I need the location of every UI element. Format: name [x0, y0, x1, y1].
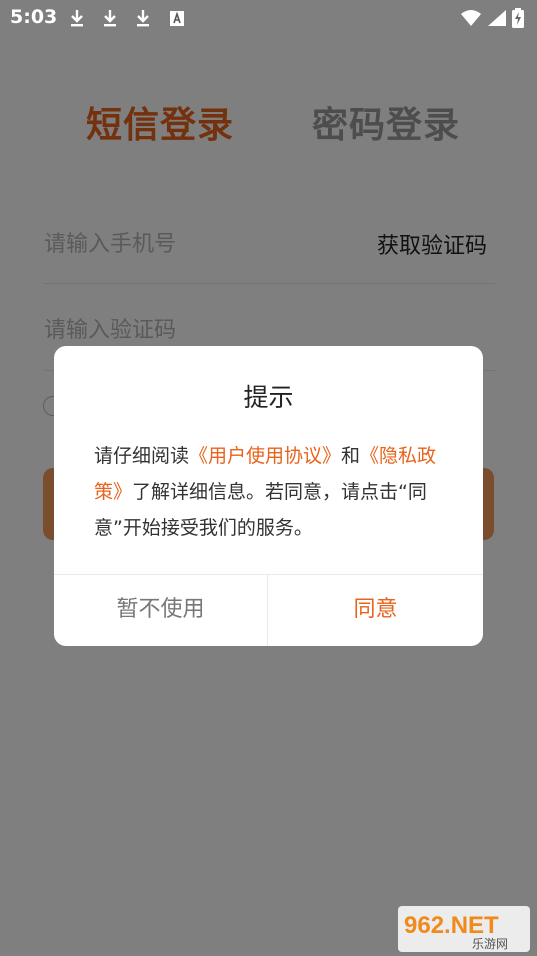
download-icon — [137, 10, 149, 27]
battery-charging-icon — [512, 8, 524, 28]
dialog-text: 和 — [341, 445, 361, 467]
dialog-title: 提示 — [243, 383, 294, 412]
download-icon — [104, 10, 116, 27]
status-time: 5:03 — [10, 6, 58, 28]
user-agreement-link[interactable]: 《用户使用协议》 — [189, 445, 341, 467]
decline-button[interactable]: 暂不使用 — [54, 575, 268, 646]
agree-button[interactable]: 同意 — [268, 575, 483, 646]
status-bar: 5:03 — [0, 0, 537, 36]
dialog-message: 请仔细阅读《用户使用协议》和《隐私政策》了解详细信息。若同意，请点击“同意”开始… — [94, 438, 444, 546]
watermark-caption: 乐游网 — [472, 937, 508, 951]
dialog-text: 了解详细信息。若同意，请点击“同意”开始接受我们的服务。 — [94, 481, 427, 539]
login-screen: 短信登录 密码登录 请输入手机号 获取验证码 请输入验证码 5:03 — [0, 0, 537, 956]
signal-icon — [488, 10, 506, 26]
privacy-dialog: 提示 请仔细阅读《用户使用协议》和《隐私政策》了解详细信息。若同意，请点击“同意… — [54, 346, 483, 646]
wifi-icon — [461, 10, 481, 26]
dialog-text: 请仔细阅读 — [94, 445, 190, 467]
download-icon — [71, 10, 83, 27]
site-watermark-logo: 962.NET 乐游网 — [398, 906, 530, 952]
font-icon — [170, 11, 184, 26]
dialog-actions: 暂不使用 同意 — [54, 574, 483, 646]
watermark-logo-text: 962.NET — [404, 912, 499, 939]
